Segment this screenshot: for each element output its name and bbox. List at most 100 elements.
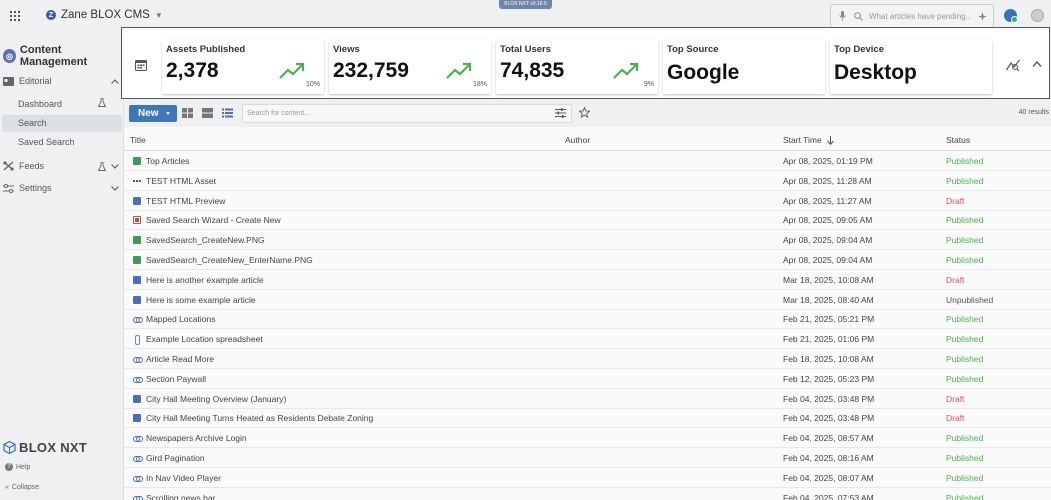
microphone-icon[interactable]	[837, 11, 847, 21]
row-title[interactable]: SavedSearch_CreateNew_EnterName.PNG	[146, 255, 313, 265]
sidebar-item-search[interactable]: Search	[2, 115, 122, 132]
column-header-author[interactable]: Author	[565, 135, 590, 145]
table-row[interactable]: In Nav Video Player Feb 04, 2025, 08:07 A…	[124, 468, 1051, 488]
table-row[interactable]: Top Articles Apr 08, 2025, 01:19 PM Publis…	[124, 151, 1051, 171]
row-title[interactable]: Gird Pagination	[146, 453, 205, 463]
table-row[interactable]: Scrolling news bar Feb 04, 2025, 07:53 AM…	[124, 488, 1051, 500]
stat-card-value: Desktop	[834, 61, 917, 84]
new-button-label: New	[138, 108, 159, 119]
row-title[interactable]: Newspapers Archive Login	[146, 433, 247, 443]
doc-asset-icon	[133, 394, 141, 403]
table-row[interactable]: TEST HTML Preview Apr 08, 2025, 11:27 AM D…	[124, 191, 1051, 211]
row-title[interactable]: Scrolling news bar	[146, 493, 215, 500]
row-title[interactable]: Here is another example article	[146, 275, 264, 285]
table-row[interactable]: City Hall Meeting Overview (January) Feb …	[124, 389, 1051, 409]
table-row[interactable]: Newspapers Archive Login Feb 04, 2025, 08…	[124, 428, 1051, 449]
sidebar-group-editorial[interactable]: Editorial	[3, 76, 119, 86]
collapse-sidebar-button[interactable]: « Collapse	[5, 484, 39, 491]
row-title[interactable]: Section Paywall	[146, 374, 206, 384]
sort-descending-arrow-icon	[826, 135, 834, 145]
global-search-field[interactable]: What articles have pending...	[830, 4, 994, 28]
table-row[interactable]: Here is another example article Mar 18, 2…	[124, 270, 1051, 290]
stat-card-top-device: Top Device Desktop	[830, 40, 992, 94]
row-title[interactable]: Example Location spreadsheet	[146, 334, 263, 344]
link-asset-icon	[133, 434, 143, 443]
filter-sliders-icon[interactable]	[555, 108, 566, 118]
table-row[interactable]: SavedSearch_CreateNew_EnterName.PNG Apr 0…	[124, 250, 1051, 270]
table-row[interactable]: SavedSearch_CreateNew.PNG Apr 08, 2025, 0…	[124, 230, 1051, 251]
sidebar-item-dashboard[interactable]: Dashboard	[18, 96, 122, 113]
row-status: Unpublished	[946, 294, 994, 305]
app-title-label: Content Management	[19, 44, 88, 68]
analytics-chart-icon[interactable]	[1006, 59, 1020, 71]
row-title[interactable]: TEST HTML Preview	[146, 196, 225, 206]
site-switcher[interactable]: Z Zane BLOX CMS ▼	[46, 9, 163, 21]
calendar-icon[interactable]	[135, 59, 147, 71]
row-title[interactable]: Saved Search Wizard - Create New	[146, 215, 281, 225]
stat-card-title: Views	[333, 44, 360, 55]
stat-card-change: 9%	[643, 81, 654, 88]
chevron-down-icon: ▼	[154, 10, 163, 20]
sidebar-group-settings[interactable]: Settings	[3, 183, 119, 193]
row-title[interactable]: TEST HTML Asset	[146, 176, 216, 186]
row-start-time: Mar 18, 2025, 10:08 AM	[783, 274, 874, 285]
column-header-status[interactable]: Status	[946, 135, 970, 145]
list-view-icon[interactable]	[222, 108, 233, 118]
row-status: Published	[946, 175, 984, 186]
row-title[interactable]: City Hall Meeting Overview (January)	[146, 394, 286, 404]
doc-asset-icon	[133, 275, 141, 284]
row-title[interactable]: Here is some example article	[146, 295, 256, 305]
blox-nxt-logo: BLOX NXT	[3, 440, 87, 455]
trending-up-icon	[446, 62, 472, 79]
stat-card-value: 2,378	[166, 59, 219, 82]
table-row[interactable]: TEST HTML Asset Apr 08, 2025, 11:28 AM Pub…	[124, 171, 1051, 191]
row-status: Published	[946, 255, 984, 265]
content-search-input[interactable]: Search for content...	[242, 104, 572, 123]
row-title[interactable]: Article Read More	[146, 354, 214, 364]
stat-card-value: Google	[667, 61, 740, 84]
row-title[interactable]: City Hall Meeting Turns Heated as Reside…	[146, 413, 373, 423]
results-table: Title Author Start Time Status Top Artic…	[124, 127, 1051, 500]
table-row[interactable]: Section Paywall Feb 12, 2025, 05:23 PM Pub…	[124, 369, 1051, 389]
help-link[interactable]: ? Help	[5, 463, 30, 471]
doc-asset-icon	[133, 196, 141, 205]
grid-view-icon[interactable]	[182, 108, 193, 118]
table-row[interactable]: Here is some example article Mar 18, 2025…	[124, 290, 1051, 310]
site-status-globe-icon[interactable]	[1004, 9, 1018, 23]
stat-card-value: 232,759	[333, 59, 409, 82]
row-status: Published	[946, 472, 984, 483]
table-row[interactable]: Mapped Locations Feb 21, 2025, 05:21 PM Pu…	[124, 309, 1051, 330]
user-avatar[interactable]	[1031, 9, 1044, 22]
table-row[interactable]: Gird Pagination Feb 04, 2025, 08:16 AM Pub…	[124, 448, 1051, 468]
chevron-up-icon[interactable]	[1032, 60, 1042, 68]
row-title[interactable]: SavedSearch_CreateNew.PNG	[146, 235, 265, 245]
global-search-placeholder: What articles have pending...	[869, 11, 971, 21]
table-row[interactable]: Article Read More Feb 18, 2025, 10:08 AM P…	[124, 349, 1051, 369]
apps-grid-icon[interactable]	[10, 11, 20, 21]
card-view-icon[interactable]	[202, 108, 213, 118]
row-title[interactable]: Mapped Locations	[146, 314, 215, 324]
chevron-up-icon	[111, 78, 119, 84]
star-icon[interactable]	[579, 107, 590, 118]
new-button[interactable]: New	[129, 105, 177, 122]
ai-sparkle-icon[interactable]	[977, 11, 987, 21]
row-start-time: Feb 04, 2025, 08:16 AM	[783, 453, 874, 463]
sidebar-group-editorial-label: Editorial	[19, 76, 52, 86]
sidebar-item-saved-search[interactable]: Saved Search	[18, 134, 122, 151]
row-status: Published	[946, 314, 984, 325]
table-row[interactable]: Saved Search Wizard - Create New Apr 08, …	[124, 210, 1051, 231]
row-title[interactable]: In Nav Video Player	[146, 473, 221, 483]
column-header-title[interactable]: Title	[130, 135, 146, 145]
table-row[interactable]: City Hall Meeting Turns Heated as Reside…	[124, 408, 1051, 429]
image-asset-icon	[133, 157, 141, 165]
row-start-time: Feb 18, 2025, 10:08 AM	[783, 354, 874, 364]
sidebar-group-feeds[interactable]: Feeds	[3, 161, 119, 171]
row-status: Draft	[946, 274, 965, 285]
row-start-time: Apr 08, 2025, 09:04 AM	[783, 235, 873, 246]
table-row[interactable]: Example Location spreadsheet Feb 21, 2025…	[124, 329, 1051, 350]
column-header-start-time[interactable]: Start Time	[783, 135, 834, 145]
row-title[interactable]: Top Articles	[146, 156, 189, 166]
row-start-time: Feb 04, 2025, 08:07 AM	[783, 472, 874, 483]
collapse-label: Collapse	[11, 484, 40, 491]
stat-card-total-users: Total Users 74,835 9%	[496, 40, 658, 94]
